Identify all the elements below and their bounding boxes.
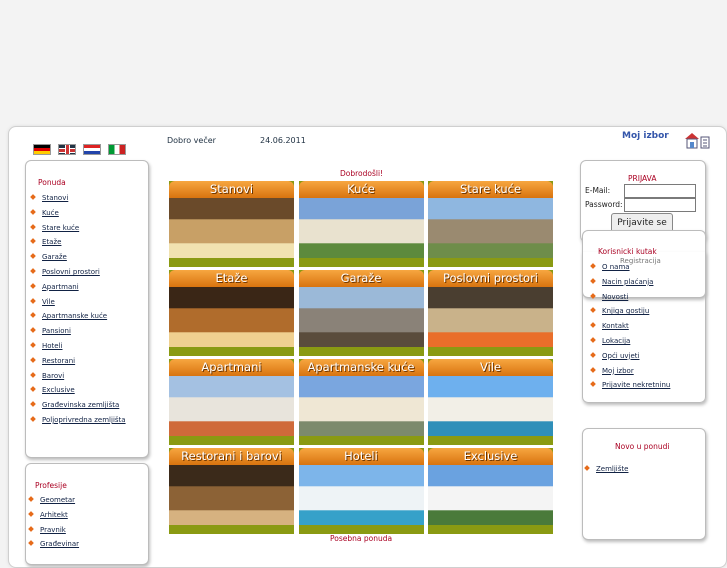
category-photo (298, 198, 424, 258)
ponuda-menu-item[interactable]: Restorani (30, 356, 126, 371)
kutak-menu-item[interactable]: Lokacija (590, 336, 670, 351)
category-tile-label: Poslovni prostori (428, 270, 553, 287)
category-tile[interactable]: Exclusive (428, 448, 553, 534)
category-photo (298, 465, 424, 525)
language-flags (33, 144, 126, 155)
ponuda-menu-item[interactable]: Apartmani (30, 282, 126, 297)
category-tile[interactable]: Stare kuće (428, 181, 553, 267)
ponuda-menu-item[interactable]: Etaže (30, 237, 126, 252)
novo-menu: Zemljište (584, 464, 628, 479)
home-icon[interactable] (684, 131, 710, 149)
ponuda-menu-item[interactable]: Stanovi (30, 193, 126, 208)
email-field[interactable] (624, 184, 696, 198)
profesije-menu-item[interactable]: Geometar (28, 495, 79, 510)
category-tile-label: Restorani i barovi (169, 448, 294, 465)
profesije-title: Profesije (35, 481, 67, 490)
category-photo (298, 376, 424, 436)
ponuda-menu-item[interactable]: Hoteli (30, 341, 126, 356)
ponuda-menu: Stanovi Kuće Stare kuće Etaže Garaže Poslovni… (30, 193, 126, 430)
ponuda-title: Ponuda (38, 178, 66, 187)
category-tile-label: Kuće (298, 181, 424, 198)
profesije-menu-item[interactable]: Arhitekt (28, 510, 79, 525)
ponuda-menu-item[interactable]: Kuće (30, 208, 126, 223)
category-tile[interactable]: Vile (428, 359, 553, 445)
ponuda-menu-item[interactable]: Stare kuće (30, 223, 126, 238)
password-label: Password: (585, 200, 623, 209)
category-photo (169, 287, 294, 347)
category-photo (169, 198, 294, 258)
kutak-menu: O nama Nacin plaćanja Novosti Knjiga gostij… (590, 262, 670, 395)
welcome-title: Dobrodošli! (340, 169, 384, 178)
category-tile[interactable]: Hoteli (298, 448, 424, 534)
current-date: 24.06.2011 (260, 136, 306, 145)
category-tile-label: Apartmanske kuće (298, 359, 424, 376)
moj-izbor-link[interactable]: Moj izbor (622, 131, 669, 141)
kutak-menu-item[interactable]: Moj izbor (590, 366, 670, 381)
category-photo (428, 198, 553, 258)
kutak-menu-item[interactable]: O nama (590, 262, 670, 277)
flag-gb-icon[interactable] (58, 144, 76, 155)
ponuda-menu-item[interactable]: Građevinska zemljišta (30, 400, 126, 415)
category-tile-label: Etaže (169, 270, 294, 287)
profesije-menu: Geometar Arhitekt Pravnik Građevinar (28, 495, 79, 554)
kutak-menu-item[interactable]: Novosti (590, 292, 670, 307)
profesije-menu-item[interactable]: Građevinar (28, 539, 79, 554)
category-tile-label: Hoteli (298, 448, 424, 465)
category-photo (428, 376, 553, 436)
profesije-menu-item[interactable]: Pravnik (28, 525, 79, 540)
login-title: PRIJAVA (628, 174, 657, 183)
ponuda-menu-item[interactable]: Poljoprivredna zemljišta (30, 415, 126, 430)
flag-hr-icon[interactable] (83, 144, 101, 155)
category-tile[interactable]: Stanovi (169, 181, 294, 267)
category-tile[interactable]: Garaže (298, 270, 424, 356)
greeting: Dobro večer (167, 136, 216, 145)
category-tile-label: Stanovi (169, 181, 294, 198)
novo-menu-item[interactable]: Zemljište (584, 464, 628, 479)
category-photo (169, 376, 294, 436)
email-label: E-Mail: (585, 186, 611, 195)
category-tile-label: Garaže (298, 270, 424, 287)
category-tile[interactable]: Kuće (298, 181, 424, 267)
kutak-menu-item[interactable]: Prijavite nekretninu (590, 380, 670, 395)
category-photo (298, 287, 424, 347)
flag-it-icon[interactable] (108, 144, 126, 155)
category-tile[interactable]: Apartmanske kuće (298, 359, 424, 445)
category-tile-label: Apartmani (169, 359, 294, 376)
flag-de-icon[interactable] (33, 144, 51, 155)
kutak-menu-item[interactable]: Kontakt (590, 321, 670, 336)
kutak-menu-item[interactable]: Opći uvjeti (590, 351, 670, 366)
kutak-menu-item[interactable]: Nacin plaćanja (590, 277, 670, 292)
ponuda-menu-item[interactable]: Pansioni (30, 326, 126, 341)
category-photo (428, 465, 553, 525)
password-field[interactable] (624, 198, 696, 212)
ponuda-menu-item[interactable]: Vile (30, 297, 126, 312)
ponuda-menu-item[interactable]: Exclusive (30, 385, 126, 400)
ponuda-menu-item[interactable]: Apartmanske kuće (30, 311, 126, 326)
category-photo (169, 465, 294, 525)
category-tile[interactable]: Poslovni prostori (428, 270, 553, 356)
category-tile-label: Vile (428, 359, 553, 376)
category-tile[interactable]: Etaže (169, 270, 294, 356)
ponuda-menu-item[interactable]: Barovi (30, 371, 126, 386)
ponuda-menu-item[interactable]: Garaže (30, 252, 126, 267)
category-tile[interactable]: Apartmani (169, 359, 294, 445)
category-photo (428, 287, 553, 347)
category-tile-label: Stare kuće (428, 181, 553, 198)
posebna-ponuda-title: Posebna ponuda (330, 534, 393, 543)
novo-title: Novo u ponudi (615, 442, 670, 451)
category-tile-label: Exclusive (428, 448, 553, 465)
kutak-menu-item[interactable]: Knjiga gostiju (590, 306, 670, 321)
category-tile[interactable]: Restorani i barovi (169, 448, 294, 534)
ponuda-menu-item[interactable]: Poslovni prostori (30, 267, 126, 282)
